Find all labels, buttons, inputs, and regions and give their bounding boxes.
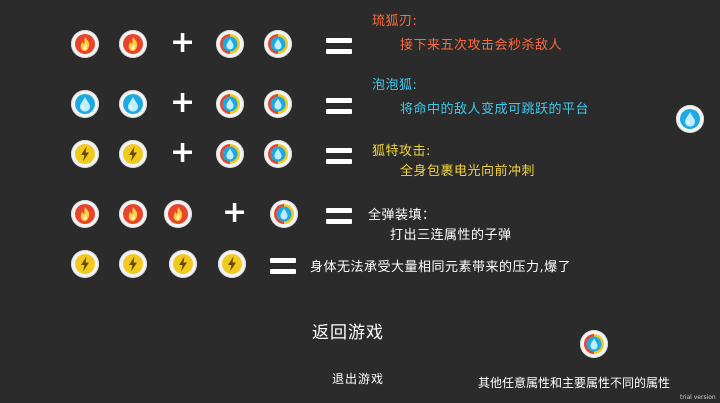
mixed-water-orb-icon <box>264 90 292 118</box>
plus-icon: + <box>222 195 248 230</box>
recipe-title: 琉狐刃: <box>372 14 418 29</box>
recipe-desc: 身体无法承受大量相同元素带来的压力,爆了 <box>310 260 572 275</box>
plus-icon: + <box>170 135 196 170</box>
recipe-title: 泡泡狐: <box>372 78 418 93</box>
mixed-water-orb-icon <box>580 330 608 358</box>
equals-icon <box>326 96 352 116</box>
water-orb-icon <box>119 90 147 118</box>
mixed-water-orb-icon <box>216 140 244 168</box>
water-orb-icon <box>676 105 704 133</box>
watermark-text: trial version <box>680 394 716 401</box>
water-orb-icon <box>71 90 99 118</box>
equals-icon <box>326 146 352 166</box>
mixed-water-orb-icon <box>264 30 292 58</box>
return-game-button[interactable]: 返回游戏 <box>312 318 384 343</box>
plus-icon: + <box>170 85 196 120</box>
mixed-water-orb-icon <box>216 30 244 58</box>
equals-icon <box>326 206 352 226</box>
lightning-orb-icon <box>71 140 99 168</box>
recipe-desc: 将命中的敌人变成可跳跃的平台 <box>400 102 590 117</box>
recipe-title: 狐特攻击: <box>372 144 431 159</box>
recipe-title: 全弹装填： <box>368 208 436 223</box>
fire-orb-icon <box>119 200 147 228</box>
mixed-water-orb-icon <box>216 90 244 118</box>
mixed-water-orb-icon <box>264 140 292 168</box>
recipe-desc: 打出三连属性的子弹 <box>390 228 512 243</box>
legend-text: 其他任意属性和主要属性不同的属性 <box>478 376 671 390</box>
recipe-desc: 接下来五次攻击会秒杀敌人 <box>400 38 563 53</box>
equals-icon <box>270 256 296 276</box>
lightning-orb-icon <box>169 250 197 278</box>
plus-icon: + <box>170 25 196 60</box>
lightning-orb-icon <box>71 250 99 278</box>
mixed-water-orb-icon <box>270 200 298 228</box>
fire-orb-icon <box>119 30 147 58</box>
recipe-desc: 全身包裹电光向前冲刺 <box>400 164 536 179</box>
fire-orb-icon <box>71 30 99 58</box>
lightning-orb-icon <box>218 250 246 278</box>
fire-orb-icon <box>164 200 192 228</box>
fire-orb-icon <box>71 200 99 228</box>
lightning-orb-icon <box>119 140 147 168</box>
exit-game-button[interactable]: 退出游戏 <box>332 370 384 387</box>
equals-icon <box>326 36 352 56</box>
lightning-orb-icon <box>119 250 147 278</box>
